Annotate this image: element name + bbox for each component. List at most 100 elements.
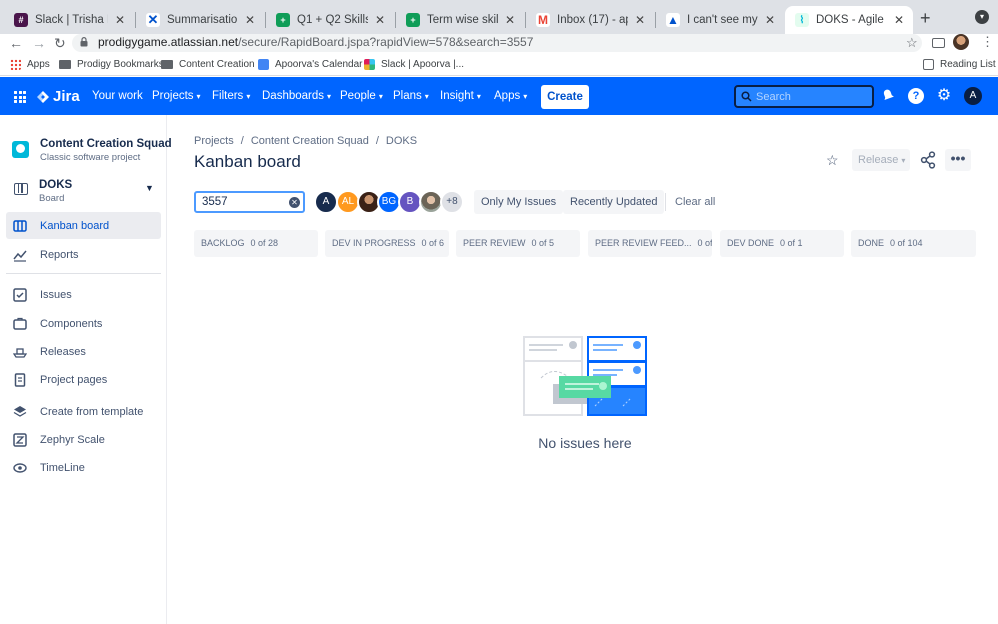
gmail-icon: M	[536, 13, 550, 27]
board-name: DOKS	[39, 179, 73, 191]
chevron-down-icon: ▾	[378, 92, 383, 101]
board-icon	[13, 219, 27, 232]
chevron-down-icon: ▼	[145, 183, 154, 193]
jira-search-field[interactable]	[734, 85, 874, 108]
sheets-icon: +	[276, 13, 290, 27]
address-bar[interactable]: prodigygame.atlassian.net/secure/RapidBo…	[72, 34, 922, 52]
sidebar-item-kanban-board[interactable]: Kanban board	[6, 212, 161, 239]
breadcrumb-project[interactable]: Content Creation Squad	[251, 135, 369, 147]
browser-tab[interactable]: M Inbox (17) - apoorva. ✕	[526, 6, 654, 34]
quick-filter-only-my-issues[interactable]: Only My Issues	[474, 190, 564, 214]
create-button[interactable]: Create	[541, 85, 589, 109]
nav-your-work[interactable]: Your work	[92, 90, 143, 102]
breadcrumb-board[interactable]: DOKS	[386, 135, 417, 147]
forward-icon[interactable]: →	[32, 35, 46, 51]
chevron-down-icon: ▾	[327, 92, 332, 101]
board-search-field[interactable]: ✕	[194, 191, 305, 213]
browser-tab[interactable]: # Slack | Trisha Mishra ✕	[4, 6, 134, 34]
calendar-icon	[258, 59, 269, 70]
browser-tab[interactable]: ✕ Summarisation of the ✕	[136, 6, 264, 34]
reports-icon	[13, 250, 27, 262]
board-selector[interactable]: DOKS Board ▼	[12, 178, 158, 204]
share-icon	[920, 151, 936, 169]
back-icon[interactable]: ←	[9, 35, 23, 51]
avatar-filter[interactable]: A	[314, 190, 338, 214]
nav-filters[interactable]: Filters ▾	[212, 90, 250, 102]
notifications-icon[interactable]	[880, 88, 896, 104]
clear-all-link[interactable]: Clear all	[675, 196, 715, 208]
close-icon[interactable]: ✕	[244, 13, 256, 27]
browser-profile-avatar[interactable]	[953, 34, 969, 50]
sidebar-item-timeline[interactable]: TimeLine	[6, 454, 161, 481]
jira-logo-icon	[37, 90, 49, 103]
filter-divider	[665, 193, 666, 211]
bookmark-slack[interactable]: Slack | Apoorva |...	[364, 59, 464, 70]
sidebar-item-components[interactable]: Components	[6, 310, 161, 337]
bookmark-folder[interactable]: Prodigy Bookmarks	[59, 59, 164, 70]
chevron-down-icon: ▾	[901, 156, 906, 165]
sidebar-item-zephyr-scale[interactable]: Zephyr Scale	[6, 426, 161, 453]
nav-dashboards[interactable]: Dashboards ▾	[262, 90, 331, 102]
more-actions-button[interactable]: •••	[945, 149, 971, 171]
app-switcher-icon[interactable]	[14, 91, 26, 103]
close-icon[interactable]: ✕	[893, 13, 905, 27]
browser-toolbar: ← → ↻ prodigygame.atlassian.net/secure/R…	[0, 34, 998, 56]
quick-filter-recently-updated[interactable]: Recently Updated	[563, 190, 665, 214]
template-icon	[13, 405, 27, 417]
close-icon[interactable]: ✕	[634, 13, 646, 27]
share-button[interactable]	[916, 149, 940, 171]
release-button[interactable]: Release ▾	[852, 149, 910, 171]
browser-tab[interactable]: + Q1 + Q2 Skills (Apoor ✕	[266, 6, 394, 34]
bookmark-folder[interactable]: Content Creation	[161, 59, 255, 70]
browser-tab-active[interactable]: ⌇ DOKS - Agile Board - ✕	[785, 6, 913, 34]
close-icon[interactable]: ✕	[374, 13, 386, 27]
column-header-dev-in-progress: DEV IN PROGRESS 0 of 6	[325, 230, 449, 257]
settings-gear-icon[interactable]: ⚙	[936, 88, 952, 104]
close-icon[interactable]: ✕	[114, 13, 126, 27]
avatar-more[interactable]: +8	[440, 190, 464, 214]
breadcrumb-projects[interactable]: Projects	[194, 135, 234, 147]
slack-icon	[364, 59, 375, 70]
chevron-down-icon: ▾	[523, 92, 528, 101]
bookmark-calendar[interactable]: Apoorva's Calendar	[258, 59, 363, 70]
releases-icon	[13, 347, 27, 358]
nav-insight[interactable]: Insight ▾	[440, 90, 481, 102]
column-header-peer-review-feedback: PEER REVIEW FEED...0 of 7	[588, 230, 712, 257]
timeline-icon	[13, 462, 27, 473]
browser-tab[interactable]: ▲ I can't see my JIRA C ✕	[656, 6, 784, 34]
reload-icon[interactable]: ↻	[54, 35, 66, 52]
components-icon	[13, 317, 27, 330]
bookmark-apps[interactable]: Apps	[10, 59, 50, 70]
new-tab-button[interactable]: +	[920, 8, 931, 29]
bookmark-star-icon[interactable]: ☆	[906, 35, 918, 51]
apps-grid-icon	[10, 59, 21, 70]
sidebar-item-issues[interactable]: Issues	[6, 281, 161, 308]
page-title: Kanban board	[194, 152, 301, 171]
clear-search-icon[interactable]: ✕	[289, 197, 300, 208]
project-type: Classic software project	[40, 152, 141, 163]
issues-icon	[13, 287, 27, 302]
nav-projects[interactable]: Projects ▾	[152, 90, 201, 102]
cast-icon[interactable]	[932, 38, 945, 48]
sidebar-item-project-pages[interactable]: Project pages	[6, 366, 161, 393]
user-avatar[interactable]: A	[964, 87, 982, 105]
browser-tab[interactable]: + Term wise skills divisi ✕	[396, 6, 524, 34]
project-name[interactable]: Content Creation Squad	[40, 138, 172, 150]
board-search-input[interactable]	[202, 195, 282, 209]
lock-icon	[80, 37, 88, 47]
nav-plans[interactable]: Plans ▾	[393, 90, 429, 102]
nav-people[interactable]: People ▾	[340, 90, 383, 102]
reading-list[interactable]: Reading List	[923, 59, 996, 70]
sidebar-item-releases[interactable]: Releases	[6, 338, 161, 365]
tab-search-icon[interactable]: ▾	[975, 10, 989, 24]
nav-apps[interactable]: Apps ▾	[494, 90, 527, 102]
sidebar-item-create-from-template[interactable]: Create from template	[6, 398, 161, 425]
browser-menu-icon[interactable]: ⋮	[981, 34, 994, 50]
jira-logo[interactable]: Jira	[36, 88, 80, 105]
close-icon[interactable]: ✕	[764, 13, 776, 27]
sidebar-item-reports[interactable]: Reports	[6, 241, 161, 268]
star-icon[interactable]: ☆	[826, 152, 839, 169]
close-icon[interactable]: ✕	[504, 13, 516, 27]
help-icon[interactable]: ?	[908, 88, 924, 104]
jira-search-input[interactable]	[756, 89, 866, 104]
